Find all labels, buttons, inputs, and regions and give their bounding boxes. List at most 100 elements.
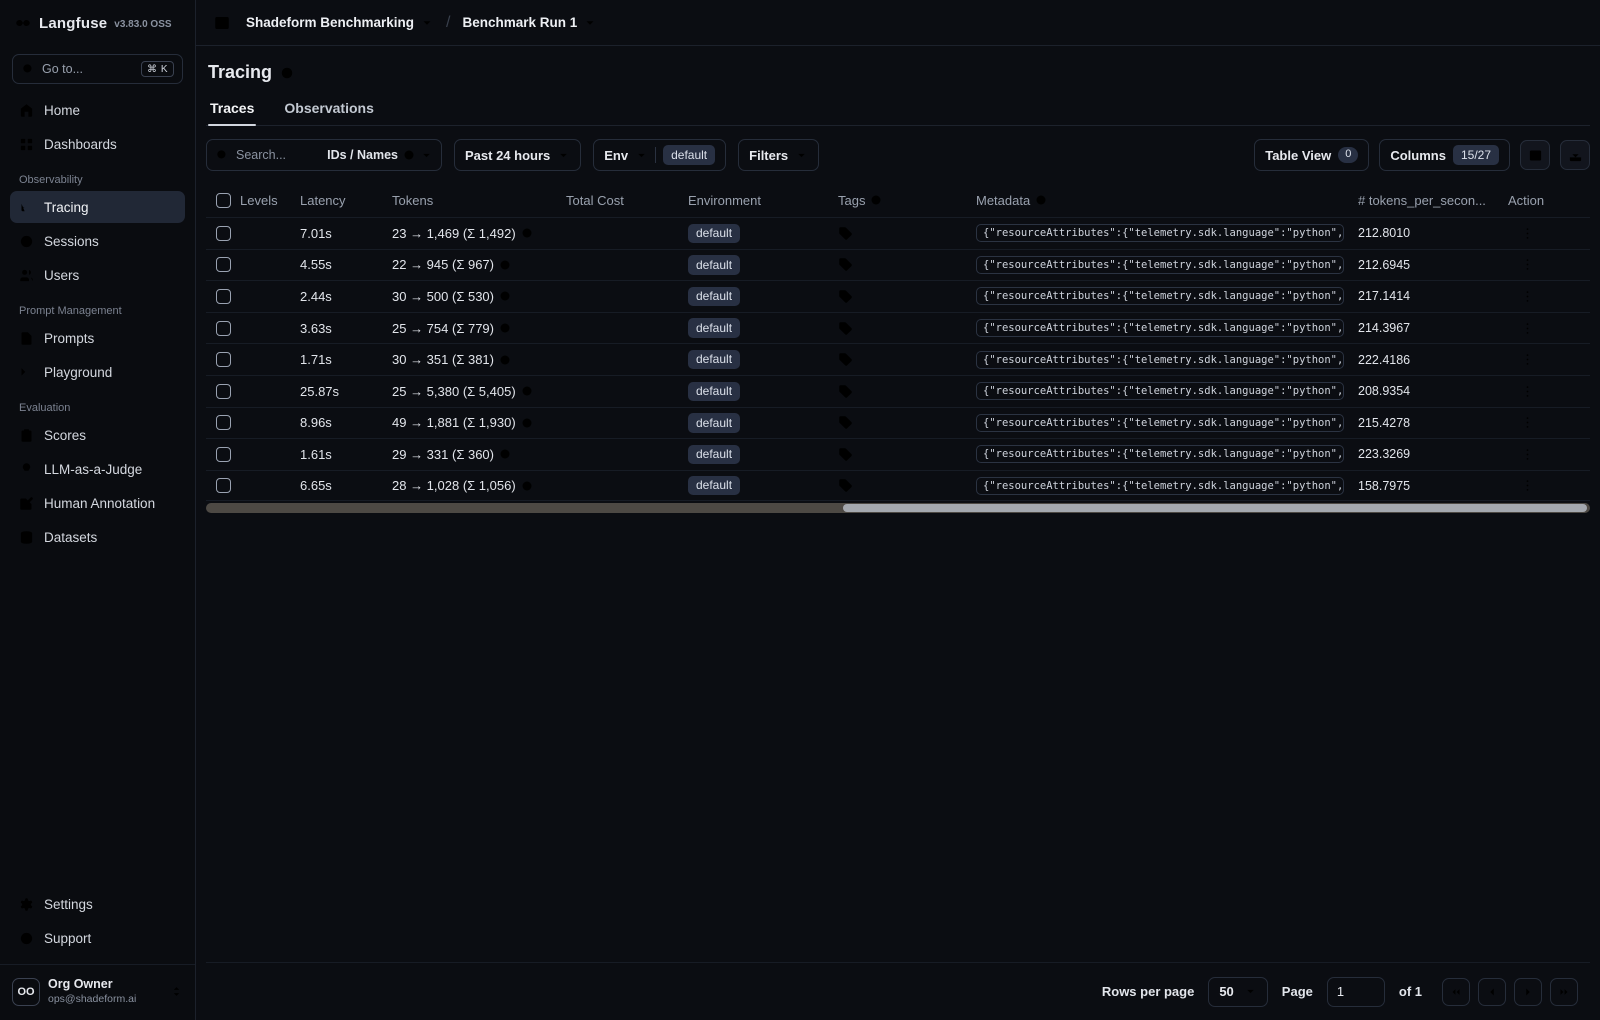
table-row[interactable]: 7.01s 23 → 1,469 (Σ 1,492) default {"res…: [206, 217, 1590, 249]
sidebar-item-users[interactable]: Users: [10, 259, 185, 291]
sidebar-item-datasets[interactable]: Datasets: [10, 521, 185, 553]
info-icon[interactable]: [870, 194, 882, 206]
more-vertical-icon[interactable]: [1520, 384, 1535, 399]
filters-dropdown[interactable]: Filters: [738, 139, 820, 171]
col-levels[interactable]: Levels: [236, 193, 296, 208]
info-icon[interactable]: [280, 66, 294, 80]
action-cell: [1504, 415, 1590, 430]
table-row[interactable]: 1.61s 29 → 331 (Σ 360) default {"resourc…: [206, 438, 1590, 470]
row-checkbox[interactable]: [216, 257, 231, 273]
table-row[interactable]: 2.44s 30 → 500 (Σ 530) default {"resourc…: [206, 280, 1590, 312]
org-switcher[interactable]: Shadeform Benchmarking: [246, 15, 434, 30]
info-icon[interactable]: [499, 290, 511, 302]
sidebar-item-home[interactable]: Home: [10, 94, 185, 126]
sidebar-item-prompts[interactable]: Prompts: [10, 322, 185, 354]
col-metadata[interactable]: Metadata: [972, 193, 1354, 208]
row-checkbox[interactable]: [216, 225, 231, 241]
more-vertical-icon[interactable]: [1520, 478, 1535, 493]
tag-icon[interactable]: [838, 415, 853, 430]
info-icon[interactable]: [521, 417, 533, 429]
info-icon[interactable]: [499, 448, 511, 460]
project-switcher[interactable]: Benchmark Run 1: [463, 15, 598, 30]
more-vertical-icon[interactable]: [1520, 415, 1535, 430]
tag-icon[interactable]: [838, 321, 853, 336]
sidebar-item-tracing[interactable]: Tracing: [10, 191, 185, 223]
more-vertical-icon[interactable]: [1520, 321, 1535, 336]
previous-page-button[interactable]: [1478, 977, 1506, 1006]
last-page-button[interactable]: [1550, 977, 1578, 1006]
table-row[interactable]: 8.96s 49 → 1,881 (Σ 1,930) default {"res…: [206, 406, 1590, 439]
env-filter-dropdown[interactable]: Env default: [593, 139, 727, 171]
col-environment[interactable]: Environment: [684, 193, 834, 208]
export-button[interactable]: [1560, 140, 1590, 170]
tag-icon[interactable]: [838, 289, 853, 304]
col-tags[interactable]: Tags: [834, 193, 972, 208]
sidebar-item-support[interactable]: Support: [10, 922, 185, 954]
time-range-dropdown[interactable]: Past 24 hours: [454, 139, 582, 171]
info-icon[interactable]: [521, 480, 533, 492]
tab-observations[interactable]: Observations: [282, 93, 375, 125]
next-page-button[interactable]: [1514, 977, 1542, 1006]
tag-icon[interactable]: [838, 257, 853, 272]
search-scope-dropdown[interactable]: IDs / Names: [327, 148, 433, 162]
user-menu[interactable]: OO Org Owner ops@shadeform.ai: [0, 964, 195, 1020]
table-view-button[interactable]: Table View 0: [1254, 139, 1370, 171]
tag-icon[interactable]: [838, 226, 853, 241]
table-row[interactable]: 25.87s 25 → 5,380 (Σ 5,405) default {"re…: [206, 374, 1590, 407]
info-icon[interactable]: [499, 259, 511, 271]
col-total-cost[interactable]: Total Cost: [562, 193, 684, 208]
metadata-cell: {"resourceAttributes":{"telemetry.sdk.la…: [972, 382, 1354, 401]
sidebar-item-dashboards[interactable]: Dashboards: [10, 128, 185, 160]
user-name: Org Owner: [48, 977, 113, 992]
info-icon[interactable]: [521, 385, 533, 397]
more-vertical-icon[interactable]: [1520, 447, 1535, 462]
col-latency[interactable]: Latency: [296, 193, 388, 208]
search-input[interactable]: [236, 148, 308, 162]
table-row[interactable]: 6.65s 28 → 1,028 (Σ 1,056) default {"res…: [206, 469, 1590, 502]
info-icon[interactable]: [521, 227, 533, 239]
pen-square-icon: [19, 496, 34, 511]
row-checkbox[interactable]: [216, 446, 231, 462]
tag-icon[interactable]: [838, 352, 853, 367]
row-checkbox[interactable]: [216, 383, 231, 399]
row-checkbox[interactable]: [216, 352, 231, 368]
sidebar-item-sessions[interactable]: Sessions: [10, 225, 185, 257]
sidebar-item-scores[interactable]: Scores: [10, 419, 185, 451]
select-all-checkbox[interactable]: [216, 192, 231, 208]
row-checkbox[interactable]: [216, 415, 231, 431]
row-checkbox[interactable]: [216, 478, 231, 494]
rows-per-page-select[interactable]: 50: [1208, 976, 1268, 1007]
more-vertical-icon[interactable]: [1520, 289, 1535, 304]
more-vertical-icon[interactable]: [1520, 257, 1535, 272]
col-tokens-per-second[interactable]: # tokens_per_secon...: [1354, 193, 1504, 208]
table-row[interactable]: 4.55s 22 → 945 (Σ 967) default {"resourc…: [206, 248, 1590, 281]
table-row[interactable]: 3.63s 25 → 754 (Σ 779) default {"resourc…: [206, 311, 1590, 344]
sidebar-toggle-button[interactable]: [208, 9, 236, 37]
info-icon[interactable]: [403, 149, 415, 161]
horizontal-scrollbar-thumb[interactable]: [842, 504, 1587, 513]
table-row[interactable]: 1.71s 30 → 351 (Σ 381) default {"resourc…: [206, 343, 1590, 375]
tag-icon[interactable]: [838, 478, 853, 493]
sidebar-item-settings[interactable]: Settings: [10, 888, 185, 920]
page-number-input[interactable]: [1326, 976, 1385, 1007]
sidebar-item-human-annotation[interactable]: Human Annotation: [10, 487, 185, 519]
first-page-button[interactable]: [1442, 977, 1470, 1006]
info-icon[interactable]: [1035, 194, 1047, 206]
row-height-button[interactable]: [1520, 140, 1550, 170]
tag-icon[interactable]: [838, 447, 853, 462]
row-checkbox[interactable]: [216, 320, 231, 336]
more-vertical-icon[interactable]: [1520, 226, 1535, 241]
info-icon[interactable]: [499, 322, 511, 334]
row-checkbox[interactable]: [216, 288, 231, 304]
sidebar-item-playground[interactable]: Playground: [10, 356, 185, 388]
sidebar-item-llm-as-a-judge[interactable]: LLM-as-a-Judge: [10, 453, 185, 485]
tab-traces[interactable]: Traces: [208, 93, 257, 126]
tokens-cell: 22 → 945 (Σ 967): [388, 257, 562, 272]
horizontal-scrollbar[interactable]: [206, 503, 1590, 514]
columns-button[interactable]: Columns 15/27: [1379, 139, 1510, 171]
col-tokens[interactable]: Tokens: [388, 193, 562, 208]
more-vertical-icon[interactable]: [1520, 352, 1535, 367]
info-icon[interactable]: [499, 354, 511, 366]
goto-search[interactable]: Go to... ⌘ K: [12, 54, 183, 84]
tag-icon[interactable]: [838, 384, 853, 399]
